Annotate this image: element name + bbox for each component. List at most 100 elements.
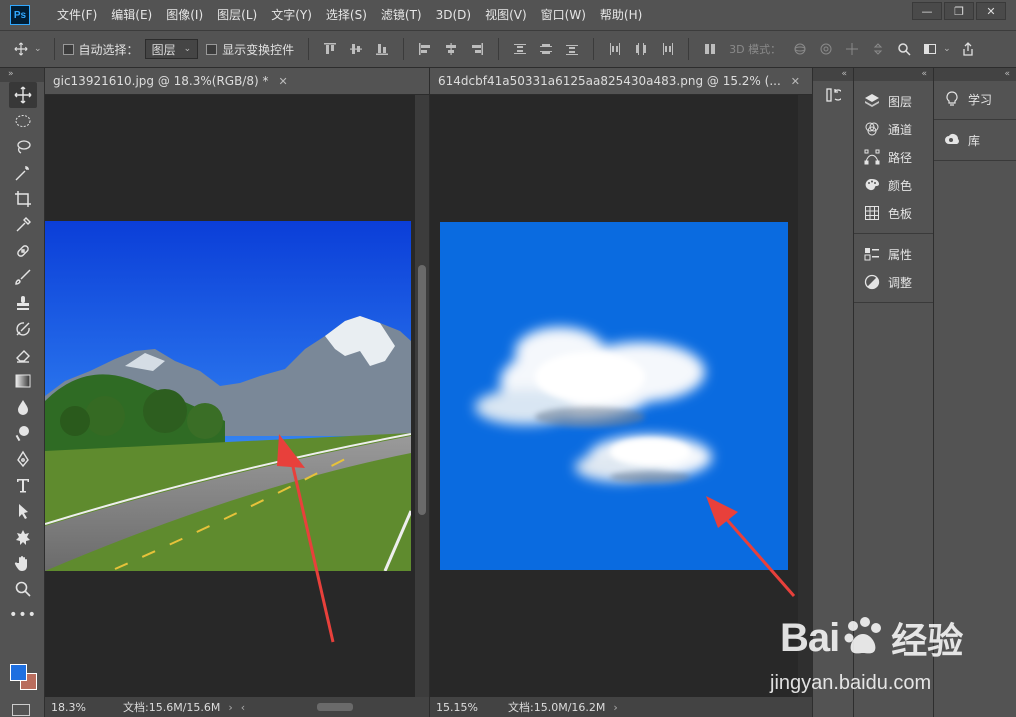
brush-tool-icon[interactable] [9, 264, 37, 290]
zoom-level[interactable]: 15.15% [430, 701, 500, 714]
auto-align-icon[interactable] [701, 40, 719, 58]
marquee-tool-icon[interactable] [9, 108, 37, 134]
canvas-area[interactable] [45, 95, 429, 697]
magic-wand-tool-icon[interactable] [9, 160, 37, 186]
quick-mask-icon[interactable] [12, 704, 30, 716]
panel-collapse-icon[interactable]: « [813, 68, 853, 81]
lasso-tool-icon[interactable] [9, 134, 37, 160]
canvas-area[interactable] [430, 95, 812, 697]
distribute-vcenter-icon[interactable] [537, 40, 555, 58]
panel-label: 调整 [888, 275, 913, 290]
crop-tool-icon[interactable] [9, 186, 37, 212]
swatches-panel-button[interactable]: 色板 [854, 199, 933, 227]
menu-select[interactable]: 选择(S) [319, 0, 374, 30]
close-icon[interactable]: ✕ [278, 75, 287, 88]
align-left-icon[interactable] [416, 40, 434, 58]
libraries-panel-button[interactable]: 库 [934, 126, 1016, 154]
3d-orbit-icon[interactable] [791, 40, 809, 58]
menu-3d[interactable]: 3D(D) [429, 0, 478, 30]
paw-icon [844, 617, 882, 654]
vertical-scrollbar[interactable] [798, 95, 812, 697]
learn-panel-button[interactable]: 学习 [934, 85, 1016, 113]
menu-image[interactable]: 图像(I) [159, 0, 210, 30]
minimize-button[interactable]: — [912, 2, 942, 20]
chevron-down-icon[interactable]: ⌄ [943, 44, 951, 54]
scroll-thumb[interactable] [418, 265, 426, 515]
distribute-hcenter-icon[interactable] [632, 40, 650, 58]
panel-group-libraries: 库 [934, 120, 1016, 161]
align-right-icon[interactable] [468, 40, 486, 58]
restore-button[interactable]: ❐ [944, 2, 974, 20]
3d-roll-icon[interactable] [817, 40, 835, 58]
path-selection-tool-icon[interactable] [9, 498, 37, 524]
eyedropper-tool-icon[interactable] [9, 212, 37, 238]
custom-shape-tool-icon[interactable] [9, 524, 37, 550]
document-window-2: 614dcbf41a50331a6125aa825430a483.png @ 1… [429, 68, 812, 717]
search-icon[interactable] [895, 40, 913, 58]
chevron-right-icon[interactable]: › [613, 701, 617, 714]
layers-panel-button[interactable]: 图层 [854, 87, 933, 115]
photoshop-window: Ps 文件(F) 编辑(E) 图像(I) 图层(L) 文字(Y) 选择(S) 滤… [0, 0, 1016, 717]
healing-brush-tool-icon[interactable] [9, 238, 37, 264]
clone-stamp-tool-icon[interactable] [9, 290, 37, 316]
distribute-left-icon[interactable] [606, 40, 624, 58]
hand-tool-icon[interactable] [9, 550, 37, 576]
history-icon[interactable] [813, 81, 853, 109]
move-tool-icon[interactable] [9, 82, 37, 108]
align-hcenter-icon[interactable] [442, 40, 460, 58]
eraser-tool-icon[interactable] [9, 342, 37, 368]
menu-edit[interactable]: 编辑(E) [104, 0, 159, 30]
document-tab-2[interactable]: 614dcbf41a50331a6125aa825430a483.png @ 1… [430, 68, 812, 95]
menu-view[interactable]: 视图(V) [478, 0, 534, 30]
chevron-down-icon[interactable]: ⌄ [34, 44, 42, 54]
zoom-tool-icon[interactable] [9, 576, 37, 602]
document-tab-1[interactable]: gic13921610.jpg @ 18.3%(RGB/8) * ✕ [45, 68, 429, 95]
properties-panel-button[interactable]: 属性 [854, 240, 933, 268]
gradient-tool-icon[interactable] [9, 368, 37, 394]
type-tool-icon[interactable] [9, 472, 37, 498]
auto-select-dropdown[interactable]: 图层 ⌄ [144, 39, 199, 59]
3d-pan-icon[interactable] [843, 40, 861, 58]
horizontal-scroll-thumb[interactable] [317, 703, 353, 711]
3d-slide-icon[interactable] [869, 40, 887, 58]
menu-type[interactable]: 文字(Y) [264, 0, 319, 30]
menu-help[interactable]: 帮助(H) [593, 0, 649, 30]
pen-tool-icon[interactable] [9, 446, 37, 472]
panel-collapse-icon[interactable]: » [0, 68, 44, 82]
distribute-right-icon[interactable] [658, 40, 676, 58]
show-transform-label: 显示变换控件 [222, 42, 295, 57]
channels-panel-button[interactable]: 通道 [854, 115, 933, 143]
menu-file[interactable]: 文件(F) [50, 0, 104, 30]
watermark-brand: Bai [780, 615, 840, 660]
chevron-right-icon[interactable]: › [228, 701, 232, 714]
vertical-scrollbar[interactable] [415, 95, 429, 697]
menu-layer[interactable]: 图层(L) [210, 0, 264, 30]
move-tool-preset-icon[interactable] [12, 40, 30, 58]
align-bottom-icon[interactable] [373, 40, 391, 58]
show-transform-checkbox[interactable] [206, 43, 218, 55]
close-icon[interactable]: ✕ [791, 75, 800, 88]
panel-collapse-icon[interactable]: « [934, 68, 1016, 81]
chevron-left-icon[interactable]: ‹ [241, 701, 245, 714]
auto-select-checkbox[interactable] [62, 43, 74, 55]
foreground-color-swatch[interactable] [10, 664, 27, 681]
share-icon[interactable] [959, 40, 977, 58]
dodge-tool-icon[interactable] [9, 420, 37, 446]
align-vcenter-icon[interactable] [347, 40, 365, 58]
history-brush-tool-icon[interactable] [9, 316, 37, 342]
workspace-icon[interactable] [921, 40, 939, 58]
blur-tool-icon[interactable] [9, 394, 37, 420]
distribute-top-icon[interactable] [511, 40, 529, 58]
adjustments-panel-button[interactable]: 调整 [854, 268, 933, 296]
align-top-icon[interactable] [321, 40, 339, 58]
menu-window[interactable]: 窗口(W) [534, 0, 593, 30]
color-panel-button[interactable]: 颜色 [854, 171, 933, 199]
paths-panel-button[interactable]: 路径 [854, 143, 933, 171]
zoom-level[interactable]: 18.3% [45, 701, 115, 714]
color-swatches[interactable] [8, 664, 42, 698]
more-tools-icon[interactable]: ••• [9, 602, 37, 628]
distribute-bottom-icon[interactable] [563, 40, 581, 58]
menu-filter[interactable]: 滤镜(T) [374, 0, 429, 30]
close-button[interactable]: ✕ [976, 2, 1006, 20]
panel-collapse-icon[interactable]: « [854, 68, 933, 81]
